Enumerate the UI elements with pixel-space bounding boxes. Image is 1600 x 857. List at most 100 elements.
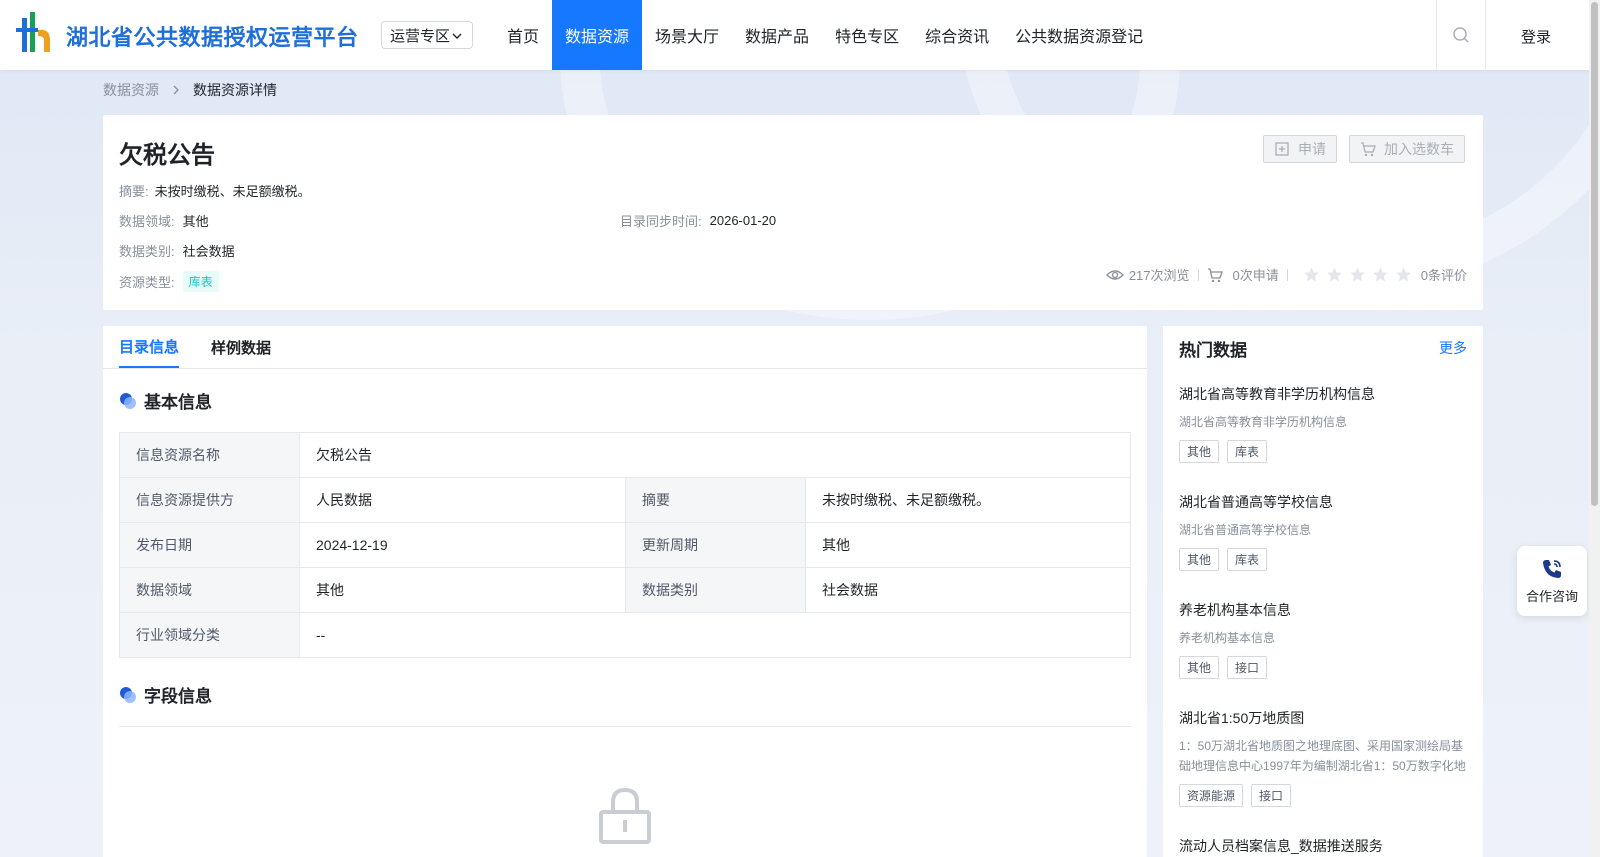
table-key: 发布日期 (119, 522, 300, 568)
hot-item-name[interactable]: 湖北省普通高等学校信息 (1179, 492, 1471, 512)
hot-data-item[interactable]: 流动人员档案信息_数据推送服务 (1179, 836, 1471, 856)
divider (1286, 268, 1288, 281)
star-icon (1373, 267, 1388, 282)
hot-item-tag: 其他 (1179, 656, 1220, 679)
resource-stats: 217次浏览 0次申请 0条评价 (1105, 265, 1467, 284)
hot-item-tag: 接口 (1251, 784, 1292, 807)
resource-detail-card: 欠税公告 申请 加入选数车 摘要: 未按时缴税、未足额缴税。 数据领域: 其他 … (103, 115, 1483, 310)
table-value: -- (299, 612, 1131, 658)
nav-featured-zone[interactable]: 特色专区 (822, 0, 912, 70)
platform-logo-icon[interactable] (16, 10, 56, 56)
hot-data-item[interactable]: 湖北省1:50万地质图 1：50万湖北省地质图之地理底图、采用国家测绘局基础地理… (1179, 708, 1471, 807)
table-row: 信息资源名称 欠税公告 (119, 432, 1131, 478)
hot-item-name[interactable]: 湖北省高等教育非学历机构信息 (1179, 384, 1471, 404)
hot-item-name[interactable]: 湖北省1:50万地质图 (1179, 708, 1471, 728)
table-value: 欠税公告 (299, 432, 1131, 478)
lock-icon (599, 787, 651, 844)
tabs-divider (103, 368, 1147, 369)
search-button[interactable] (1436, 0, 1486, 70)
hot-data-panel: 热门数据 更多 湖北省高等教育非学历机构信息 湖北省高等教育非学历机构信息 其他… (1163, 326, 1483, 857)
section-bullet-icon (120, 392, 136, 409)
nav-home[interactable]: 首页 (494, 0, 552, 70)
table-value: 其他 (805, 522, 1131, 568)
hot-data-title: 热门数据 (1179, 341, 1247, 360)
hot-item-tag: 库表 (1227, 548, 1268, 571)
nav-news[interactable]: 综合资讯 (912, 0, 1002, 70)
star-icon (1304, 267, 1319, 282)
breadcrumb-data-resources[interactable]: 数据资源 (103, 80, 159, 100)
table-value: 其他 (299, 567, 626, 613)
hot-data-more-link[interactable]: 更多 (1439, 338, 1467, 358)
divider (1197, 268, 1199, 281)
resource-type-label: 资源类型: (119, 275, 175, 290)
basic-info-heading: 基本信息 (119, 388, 212, 413)
review-count: 0条评价 (1420, 268, 1467, 283)
consult-button[interactable]: 合作咨询 (1517, 546, 1587, 616)
detail-tabs: 目录信息 样例数据 (119, 326, 303, 368)
table-key: 数据领域 (119, 567, 300, 613)
field-info-divider (119, 726, 1131, 727)
hot-item-name[interactable]: 养老机构基本信息 (1179, 600, 1471, 620)
resource-title: 欠税公告 (119, 142, 215, 169)
nav-resource-registration[interactable]: 公共数据资源登记 (1002, 0, 1156, 70)
field-info-title: 字段信息 (144, 687, 212, 706)
star-icon (1350, 267, 1365, 282)
basic-info-title: 基本信息 (144, 393, 212, 412)
nav-scene-hall[interactable]: 场景大厅 (642, 0, 732, 70)
zone-select-value: 运营专区 (390, 27, 451, 45)
sync-time-value: 2026-01-20 (709, 213, 777, 228)
breadcrumb: 数据资源 数据资源详情 (103, 80, 277, 100)
hot-item-tags: 其他 接口 (1179, 656, 1471, 679)
table-key: 信息资源提供方 (119, 477, 300, 523)
page-scrollbar[interactable] (1589, 0, 1600, 857)
table-key: 摘要 (625, 477, 806, 523)
field-info-heading: 字段信息 (119, 682, 212, 707)
table-key: 更新周期 (625, 522, 806, 568)
hot-item-tag: 资源能源 (1179, 784, 1244, 807)
sync-time-label: 目录同步时间: (620, 214, 702, 229)
top-header: 湖北省公共数据授权运营平台 运营专区 首页 数据资源 场景大厅 数据产品 特色专… (0, 0, 1600, 70)
search-icon (1453, 27, 1469, 43)
hot-item-desc: 湖北省普通高等学校信息 (1179, 523, 1312, 537)
hot-data-item[interactable]: 养老机构基本信息 养老机构基本信息 其他 接口 (1179, 600, 1471, 679)
site-title: 湖北省公共数据授权运营平台 (66, 26, 359, 51)
table-row: 信息资源提供方 人民数据 摘要 未按时缴税、未足额缴税。 (119, 477, 1131, 523)
tab-catalog-info[interactable]: 目录信息 (119, 326, 180, 368)
summary-label: 摘要: (119, 184, 149, 199)
phone-icon (1543, 559, 1561, 578)
cart-icon (1361, 142, 1376, 157)
table-value: 2024-12-19 (299, 522, 626, 568)
hot-data-item[interactable]: 湖北省高等教育非学历机构信息 湖北省高等教育非学历机构信息 其他 库表 (1179, 384, 1471, 463)
section-bullet-icon (120, 686, 136, 703)
resource-type-row: 资源类型: 库表 (119, 271, 219, 292)
nav-data-products[interactable]: 数据产品 (732, 0, 822, 70)
add-to-cart-label: 加入选数车 (1384, 141, 1454, 157)
table-row: 数据领域 其他 数据类别 社会数据 (119, 567, 1131, 613)
chevron-right-icon (173, 85, 179, 95)
domain-label: 数据领域: (119, 214, 175, 229)
zone-select[interactable]: 运营专区 (381, 21, 473, 49)
hot-item-tag: 其他 (1179, 440, 1220, 463)
domain-row: 数据领域: 其他 (119, 211, 209, 230)
tab-sample-data[interactable]: 样例数据 (211, 326, 271, 368)
star-icon (1396, 267, 1411, 282)
table-row: 行业领域分类 -- (119, 612, 1131, 658)
basic-info-table: 信息资源名称 欠税公告 信息资源提供方 人民数据 摘要 未按时缴税、未足额缴税。… (119, 432, 1131, 658)
hot-item-tag: 接口 (1227, 656, 1268, 679)
login-link[interactable]: 登录 (1521, 26, 1551, 47)
eye-icon (1105, 269, 1124, 280)
table-key: 信息资源名称 (119, 432, 300, 478)
hot-item-name[interactable]: 流动人员档案信息_数据推送服务 (1179, 836, 1471, 856)
breadcrumb-current: 数据资源详情 (193, 82, 277, 98)
view-count: 217次浏览 (1128, 268, 1190, 283)
apply-button[interactable]: 申请 (1263, 135, 1337, 163)
hot-data-item[interactable]: 湖北省普通高等学校信息 湖北省普通高等学校信息 其他 库表 (1179, 492, 1471, 571)
category-label: 数据类别: (119, 244, 175, 259)
hot-item-tags: 资源能源 接口 (1179, 784, 1471, 807)
table-value: 人民数据 (299, 477, 626, 523)
category-value: 社会数据 (182, 244, 235, 259)
scrollbar-thumb[interactable] (1591, 2, 1598, 506)
add-to-cart-button[interactable]: 加入选数车 (1349, 135, 1465, 163)
nav-data-resources[interactable]: 数据资源 (552, 0, 643, 70)
hot-item-desc: 养老机构基本信息 (1179, 631, 1276, 645)
